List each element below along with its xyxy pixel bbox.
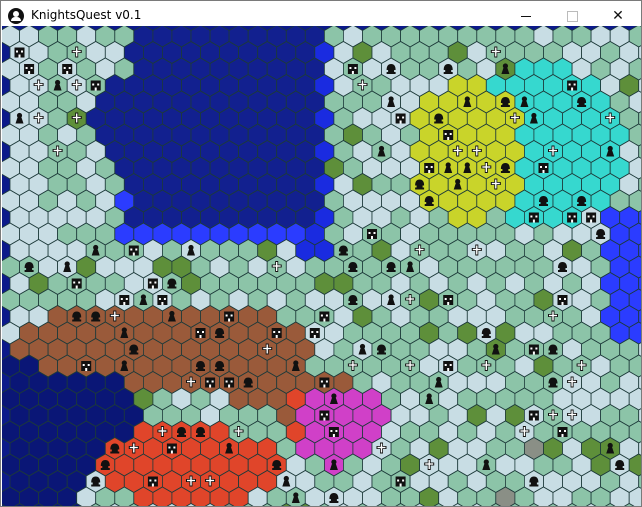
helmet-icon[interactable] [329, 493, 339, 503]
castle-icon[interactable] [24, 64, 35, 74]
helmet-icon[interactable] [539, 196, 548, 206]
helmet-icon[interactable] [386, 64, 396, 74]
hex-tiles[interactable] [2, 26, 641, 506]
close-icon: ✕ [612, 8, 624, 24]
helmet-icon[interactable] [91, 476, 101, 487]
helmet-icon[interactable] [558, 262, 567, 272]
castle-icon[interactable] [271, 328, 282, 338]
castle-icon[interactable] [119, 295, 130, 305]
castle-icon[interactable] [347, 64, 358, 74]
helmet-icon[interactable] [110, 443, 120, 454]
helmet-icon[interactable] [215, 361, 225, 371]
castle-icon[interactable] [567, 80, 578, 91]
window-title: KnightsQuest v0.1 [31, 8, 142, 22]
castle-icon[interactable] [166, 443, 177, 454]
castle-icon[interactable] [90, 80, 101, 91]
helmet-icon[interactable] [24, 262, 34, 272]
castle-icon[interactable] [205, 377, 216, 388]
helmet-icon[interactable] [596, 229, 606, 239]
castle-icon[interactable] [319, 311, 330, 322]
helmet-icon[interactable] [424, 196, 434, 206]
castle-icon[interactable] [528, 344, 539, 355]
helmet-icon[interactable] [529, 476, 539, 487]
helmet-icon[interactable] [577, 97, 587, 107]
helmet-icon[interactable] [129, 344, 139, 355]
helmet-icon[interactable] [481, 328, 491, 338]
helmet-icon[interactable] [177, 427, 186, 437]
castle-icon[interactable] [443, 130, 454, 140]
helmet-icon[interactable] [548, 377, 558, 388]
castle-icon[interactable] [157, 295, 168, 305]
helmet-icon[interactable] [272, 460, 282, 470]
castle-icon[interactable] [538, 163, 549, 173]
hex-map[interactable] [2, 26, 641, 506]
castle-icon[interactable] [195, 328, 206, 338]
castle-icon[interactable] [443, 295, 454, 305]
helmet-icon[interactable] [100, 460, 110, 470]
castle-icon[interactable] [328, 427, 339, 437]
helmet-icon[interactable] [91, 311, 101, 322]
castle-icon[interactable] [62, 64, 73, 74]
hex-map-canvas[interactable] [2, 26, 641, 506]
castle-icon[interactable] [224, 311, 235, 322]
castle-icon[interactable] [528, 212, 539, 223]
castle-icon[interactable] [424, 163, 435, 173]
castle-icon[interactable] [528, 410, 539, 421]
knight-app-icon [8, 8, 24, 24]
castle-icon[interactable] [586, 212, 597, 223]
game-window: KnightsQuest v0.1 ✕ [0, 0, 642, 507]
helmet-icon[interactable] [243, 377, 253, 388]
castle-icon[interactable] [224, 377, 235, 388]
helmet-icon[interactable] [615, 460, 625, 470]
minimize-icon [521, 15, 531, 17]
castle-icon[interactable] [147, 278, 158, 289]
helmet-icon[interactable] [500, 163, 510, 173]
castle-icon[interactable] [567, 212, 578, 223]
helmet-icon[interactable] [338, 245, 348, 256]
helmet-icon[interactable] [500, 97, 510, 107]
helmet-icon[interactable] [196, 361, 205, 371]
castle-icon[interactable] [81, 361, 92, 371]
helmet-icon[interactable] [548, 344, 558, 355]
helmet-icon[interactable] [167, 278, 177, 289]
castle-icon[interactable] [147, 476, 158, 487]
castle-icon[interactable] [557, 295, 568, 305]
castle-icon[interactable] [319, 410, 330, 421]
castle-icon[interactable] [395, 476, 406, 487]
helmet-icon[interactable] [415, 179, 425, 190]
helmet-icon[interactable] [72, 311, 82, 322]
castle-icon[interactable] [309, 328, 320, 338]
castle-icon[interactable] [128, 245, 139, 256]
helmet-icon[interactable] [434, 113, 444, 124]
helmet-icon[interactable] [377, 344, 386, 355]
helmet-icon[interactable] [348, 262, 358, 272]
helmet-icon[interactable] [386, 262, 396, 272]
helmet-icon[interactable] [577, 196, 587, 206]
castle-icon[interactable] [319, 377, 330, 388]
helmet-icon[interactable] [215, 328, 225, 338]
castle-icon[interactable] [557, 427, 568, 437]
castle-icon[interactable] [367, 229, 377, 239]
castle-icon[interactable] [14, 47, 25, 58]
castle-icon[interactable] [443, 361, 454, 371]
helmet-icon[interactable] [196, 427, 205, 437]
castle-icon[interactable] [395, 113, 406, 124]
helmet-icon[interactable] [443, 64, 453, 74]
helmet-icon[interactable] [348, 295, 358, 305]
maximize-icon [566, 10, 578, 22]
castle-icon[interactable] [71, 278, 82, 289]
